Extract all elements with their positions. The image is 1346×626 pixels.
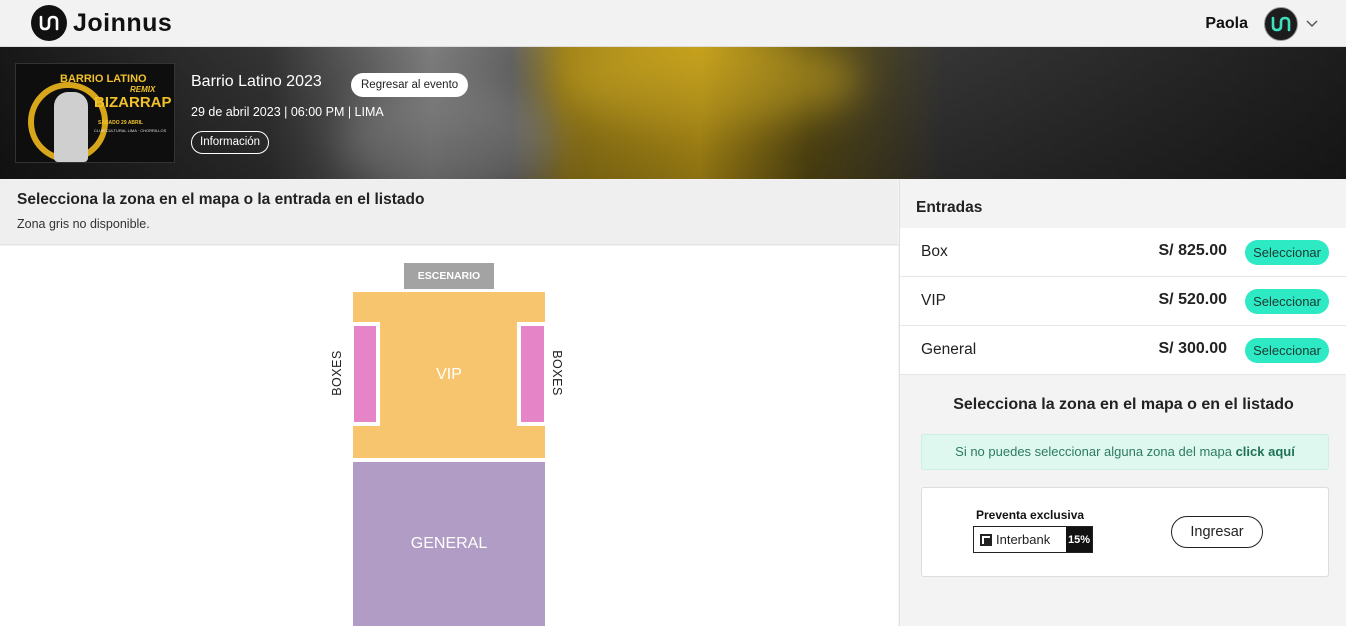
poster-text: BARRIO LATINO — [60, 73, 147, 85]
zone-stage: ESCENARIO — [404, 263, 494, 289]
ticket-price: S/ 825.00 — [1158, 242, 1228, 259]
poster-text: BIZARRAP — [94, 94, 172, 111]
ticket-row-vip[interactable]: VIP S/ 520.00 Seleccionar — [900, 277, 1346, 326]
select-zone-title: Selecciona la zona en el mapa o en el li… — [953, 396, 1294, 413]
boxes-label-left: BOXES — [329, 350, 344, 396]
event-poster: BARRIO LATINO REMIX BIZARRAP SÁBADO 29 A… — [15, 63, 175, 163]
logo-text: Joinnus — [73, 8, 173, 37]
poster-text: REMIX — [130, 85, 156, 94]
map-help-text: Si no puedes seleccionar alguna zona del… — [955, 444, 1236, 459]
info-button[interactable]: Información — [191, 131, 270, 154]
ticket-list: Box S/ 825.00 Seleccionar VIP S/ 520.00 … — [900, 228, 1346, 375]
zone-boxes-left[interactable] — [353, 322, 380, 426]
click-here-link[interactable]: click aquí — [1236, 444, 1295, 459]
select-box-button[interactable]: Seleccionar — [1245, 240, 1329, 265]
logo-icon — [31, 5, 67, 41]
tickets-title: Entradas — [916, 199, 983, 216]
boxes-label-right: BOXES — [549, 350, 564, 396]
poster-text: SÁBADO 29 ABRIL — [98, 120, 144, 126]
ticket-price: S/ 300.00 — [1158, 340, 1228, 357]
zone-boxes-right-fill — [521, 326, 544, 422]
select-vip-button[interactable]: Seleccionar — [1245, 289, 1329, 314]
zone-general[interactable]: GENERAL — [353, 462, 545, 626]
map-help-notice: Si no puedes seleccionar alguna zona del… — [921, 434, 1329, 470]
presale-label: Preventa exclusiva — [976, 508, 1085, 522]
poster-text: CLUB CULTURAL LIMA · CHORRILLOS — [94, 128, 167, 133]
venue-map: ESCENARIO VIP BOXES BOXES GENERAL — [0, 246, 898, 626]
event-date: 29 de abril 2023 | 06:00 PM | LIMA — [191, 105, 384, 119]
interbank-badge: Interbank 15% — [973, 526, 1093, 553]
discount-badge: 15% — [1066, 527, 1092, 552]
map-title: Selecciona la zona en el mapa o la entra… — [17, 191, 425, 208]
avatar — [1264, 7, 1298, 41]
ticket-row-general[interactable]: General S/ 300.00 Seleccionar — [900, 326, 1346, 375]
zone-boxes-left-fill — [354, 326, 376, 422]
ticket-row-box[interactable]: Box S/ 825.00 Seleccionar — [900, 228, 1346, 277]
user-name: Paola — [1205, 15, 1248, 32]
chevron-down-icon[interactable] — [1306, 15, 1318, 33]
ingresar-button[interactable]: Ingresar — [1171, 516, 1263, 548]
ticket-name: Box — [921, 243, 948, 260]
presale-card: Preventa exclusiva Interbank 15% Ingresa… — [921, 487, 1329, 577]
event-title: Barrio Latino 2023 — [191, 73, 322, 90]
tickets-panel: Entradas Box S/ 825.00 Seleccionar VIP S… — [899, 180, 1346, 626]
interbank-logo: Interbank — [974, 527, 1066, 552]
bank-name: Interbank — [996, 532, 1051, 547]
map-subtitle: Zona gris no disponible. — [17, 217, 150, 231]
back-to-event-button[interactable]: Regresar al evento — [351, 73, 469, 97]
ticket-name: VIP — [921, 292, 946, 309]
event-banner: BARRIO LATINO REMIX BIZARRAP SÁBADO 29 A… — [0, 47, 1346, 179]
top-navbar: Joinnus Paola — [0, 0, 1346, 47]
user-menu[interactable]: Paola — [1205, 6, 1318, 42]
select-general-button[interactable]: Seleccionar — [1245, 338, 1329, 363]
zone-boxes-right[interactable] — [517, 322, 545, 426]
ticket-name: General — [921, 341, 977, 358]
interbank-icon — [980, 533, 992, 546]
map-header: Selecciona la zona en el mapa o la entra… — [0, 180, 898, 245]
poster-artist — [54, 92, 88, 162]
ticket-price: S/ 520.00 — [1158, 291, 1228, 308]
joinnus-logo[interactable]: Joinnus — [31, 5, 172, 41]
